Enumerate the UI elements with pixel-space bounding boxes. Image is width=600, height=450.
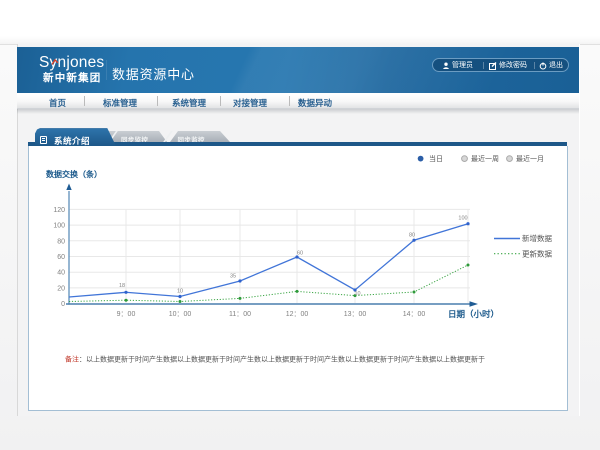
svg-text:10：00: 10：00 [169, 311, 192, 318]
svg-text:20: 20 [57, 285, 65, 292]
svg-text:18: 18 [119, 283, 125, 289]
svg-text:13：00: 13：00 [344, 311, 367, 318]
svg-text:80: 80 [409, 233, 415, 239]
svg-text:当日: 当日 [429, 154, 443, 163]
svg-text:80: 80 [57, 238, 65, 245]
svg-text:120: 120 [53, 207, 65, 214]
svg-text:最近一周: 最近一周 [471, 154, 499, 163]
svg-text:35: 35 [230, 274, 236, 280]
svg-text:11：00: 11：00 [229, 311, 251, 318]
svg-text:14：00: 14：00 [403, 311, 426, 318]
svg-text:40: 40 [57, 270, 65, 277]
svg-text:10: 10 [177, 288, 183, 294]
svg-text:100: 100 [458, 215, 467, 221]
svg-text:10: 10 [354, 291, 360, 297]
svg-text:100: 100 [53, 223, 65, 230]
svg-text:更新数据: 更新数据 [522, 248, 552, 258]
svg-text:最近一月: 最近一月 [516, 154, 544, 163]
svg-text:备注：以上数据更新于时间产生数据以上数据更新于时间产生数以上: 备注：以上数据更新于时间产生数据以上数据更新于时间产生数以上数据更新于时间产生数… [65, 355, 485, 364]
svg-text:60: 60 [297, 251, 303, 257]
svg-text:日期（小时）: 日期（小时） [448, 309, 499, 319]
svg-text:新增数据: 新增数据 [522, 233, 552, 243]
svg-text:9：00: 9：00 [117, 311, 136, 318]
svg-text:60: 60 [57, 254, 65, 261]
svg-text:0: 0 [61, 301, 65, 308]
svg-text:12：00: 12：00 [286, 311, 309, 318]
svg-text:数据交换（条）: 数据交换（条） [46, 169, 102, 179]
